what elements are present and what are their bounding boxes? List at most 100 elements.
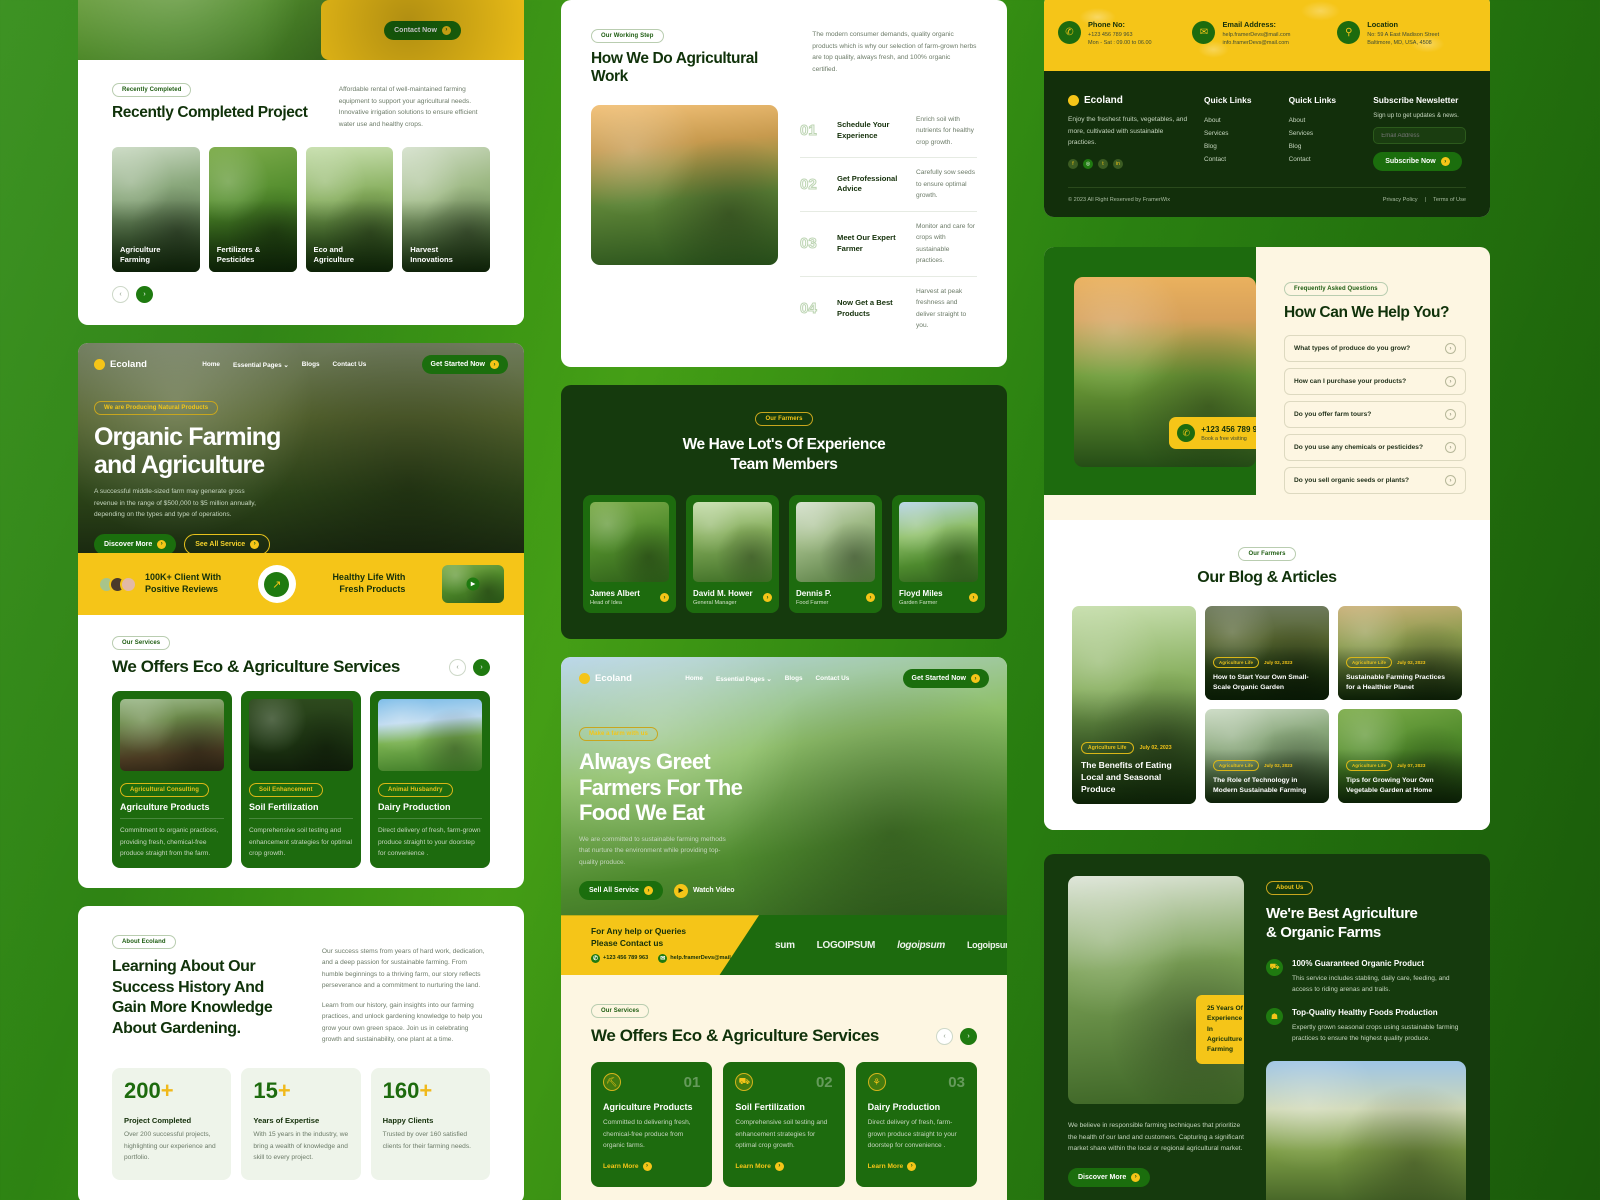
faq-item[interactable]: Do you use any chemicals or pesticides? … xyxy=(1284,434,1466,462)
nav-item-home[interactable]: Home xyxy=(202,361,220,368)
subscribe-now-button[interactable]: Subscribe Now › xyxy=(1373,152,1462,171)
nav-item-home[interactable]: Home xyxy=(685,675,703,682)
service-card[interactable]: ⛟ 02 Soil Fertilization Comprehensive so… xyxy=(723,1062,845,1187)
blog-featured-card[interactable]: Agriculture Life July 02, 2023 The Benef… xyxy=(1072,606,1196,805)
team-member-card[interactable]: Floyd Miles Garden Farmer › xyxy=(892,495,985,614)
faq-item[interactable]: Do you offer farm tours? › xyxy=(1284,401,1466,429)
chevron-left-icon[interactable]: ‹ xyxy=(112,286,129,304)
privacy-policy-link[interactable]: Privacy Policy xyxy=(1383,197,1418,203)
nav-item-contact-us[interactable]: Contact Us xyxy=(333,361,367,368)
contact-value: No: 59 A East Madison Street xyxy=(1367,31,1440,38)
stat-value: 15 xyxy=(253,1078,278,1104)
hero-organic-farming-card: Ecoland Home Essential Pages ⌄ Blogs Con… xyxy=(78,343,524,888)
arrow-right-circle-icon[interactable]: › xyxy=(969,593,978,603)
service-card[interactable]: ⚘ 03 Dairy Production Direct delivery of… xyxy=(855,1062,977,1187)
footer-link-about[interactable]: About xyxy=(1204,114,1273,127)
team-member-card[interactable]: Dennis P. Food Farmer › xyxy=(789,495,882,614)
learn-more-link[interactable]: Learn More › xyxy=(603,1161,652,1171)
newsletter-email-input[interactable] xyxy=(1373,127,1466,144)
chevron-right-icon[interactable]: › xyxy=(136,286,153,304)
blog-card[interactable]: Agriculture Life July 02, 2023 How to St… xyxy=(1205,606,1329,701)
arrow-right-circle-icon[interactable]: › xyxy=(866,593,875,603)
chevron-right-circle-icon[interactable]: › xyxy=(1445,376,1456,388)
video-thumbnail[interactable]: ▶ xyxy=(442,565,504,604)
team-member-card[interactable]: James Albert Head of Idea › xyxy=(583,495,676,614)
leaf-badge-icon xyxy=(1068,95,1079,106)
play-icon[interactable]: ▶ xyxy=(466,577,480,591)
footer-link-blog[interactable]: Blog xyxy=(1204,140,1273,153)
faq-item[interactable]: What types of produce do you grow? › xyxy=(1284,335,1466,363)
nav-item-blogs[interactable]: Blogs xyxy=(302,361,320,368)
team-member-card[interactable]: David M. Hower General Manager › xyxy=(686,495,779,614)
twitter-icon[interactable]: t xyxy=(1098,158,1108,169)
column-left: Contact Now › Recently Completed Recentl… xyxy=(78,0,524,1200)
service-number: 01 xyxy=(683,1073,701,1091)
chevron-left-icon[interactable]: ‹ xyxy=(449,658,466,676)
chevron-right-icon[interactable]: › xyxy=(473,658,490,676)
faq-tag: Frequently Asked Questions xyxy=(1284,282,1388,296)
nav-item-blogs[interactable]: Blogs xyxy=(785,675,803,682)
nav-item-essential-pages[interactable]: Essential Pages ⌄ xyxy=(716,675,772,683)
phone-badge[interactable]: ✆ +123 456 789 963 Book a free visiting xyxy=(1169,417,1256,449)
project-tile[interactable]: Agriculture Farming xyxy=(112,147,200,273)
column-middle: Our Working Step How We Do Agricultural … xyxy=(561,0,1007,1200)
experience-badge: 25 Years Of Experience In Agriculture Fa… xyxy=(1196,995,1244,1065)
footer-link-blog[interactable]: Blog xyxy=(1289,140,1358,153)
faq-item[interactable]: How can I purchase your products? › xyxy=(1284,368,1466,396)
project-tile[interactable]: Eco and Agriculture xyxy=(305,147,394,273)
blog-card[interactable]: Agriculture Life July 02, 2023 Sustainab… xyxy=(1338,606,1462,701)
terms-of-use-link[interactable]: Terms of Use xyxy=(1433,197,1466,203)
chevron-left-icon[interactable]: ‹ xyxy=(936,1027,953,1045)
get-started-button[interactable]: Get Started Now › xyxy=(421,355,508,375)
project-tile[interactable]: Harvest Innovations xyxy=(402,147,490,273)
arrow-right-circle-icon[interactable]: › xyxy=(763,593,772,603)
arrow-right-circle-icon[interactable]: › xyxy=(660,593,669,603)
service-card[interactable]: Agricultural Consulting Agriculture Prod… xyxy=(112,691,232,868)
watch-video-button[interactable]: ▶ Watch Video xyxy=(673,883,735,898)
step-title: Schedule Your Experience xyxy=(837,120,890,140)
linkedin-icon[interactable]: in xyxy=(1113,158,1123,169)
chevron-right-icon[interactable]: › xyxy=(960,1027,977,1045)
nav-item-essential-pages[interactable]: Essential Pages ⌄ xyxy=(233,361,289,369)
service-card[interactable]: Animal Husbandry Dairy Production Direct… xyxy=(370,691,490,868)
member-role: General Manager xyxy=(693,600,737,607)
step-row: 03 Meet Our Expert Farmer Monitor and ca… xyxy=(800,212,977,277)
contact-phone[interactable]: ✆ +123 456 789 963 xyxy=(591,953,648,963)
working-steps-card: Our Working Step How We Do Agricultural … xyxy=(561,0,1007,367)
footer-link-services[interactable]: Services xyxy=(1204,127,1273,140)
chevron-right-circle-icon[interactable]: › xyxy=(1445,343,1456,355)
footer-link-about[interactable]: About xyxy=(1289,114,1358,127)
feature-desc: Expertly grown seasonal crops using sust… xyxy=(1292,1023,1459,1043)
arrow-right-icon: › xyxy=(250,539,260,549)
facebook-icon[interactable]: f xyxy=(1068,158,1078,169)
get-started-button[interactable]: Get Started Now › xyxy=(902,669,989,689)
contact-value: Mon - Sat : 09.00 to 06.00 xyxy=(1088,39,1152,46)
footer-link-services[interactable]: Services xyxy=(1289,127,1358,140)
faq-item[interactable]: Do you sell organic seeds or plants? › xyxy=(1284,467,1466,495)
learn-more-link[interactable]: Learn More › xyxy=(735,1161,784,1171)
hero2-desc: We are committed to sustainable farming … xyxy=(579,835,726,866)
footer-link-contact[interactable]: Contact xyxy=(1204,153,1273,166)
learn-more-link[interactable]: Learn More › xyxy=(868,1161,917,1171)
footer-column-heading: Quick Links xyxy=(1288,95,1337,105)
discover-more-button[interactable]: Discover More › xyxy=(94,533,177,554)
sell-all-service-button[interactable]: Sell All Service › xyxy=(579,881,663,901)
service-card[interactable]: Soil Enhancement Soil Fertilization Comp… xyxy=(241,691,361,868)
footer-link-contact[interactable]: Contact xyxy=(1289,153,1358,166)
nav-item-contact-us[interactable]: Contact Us xyxy=(816,675,850,682)
blog-card[interactable]: Agriculture Life July 07, 2023 Tips for … xyxy=(1338,709,1462,804)
chevron-right-circle-icon[interactable]: › xyxy=(1445,475,1456,487)
chevron-right-circle-icon[interactable]: › xyxy=(1445,409,1456,421)
blog-card[interactable]: Agriculture Life July 02, 2023 The Role … xyxy=(1205,709,1329,804)
instagram-icon[interactable]: ◎ xyxy=(1083,158,1093,169)
top-strip-photo: Contact Now › xyxy=(78,0,524,60)
discover-more-button[interactable]: Discover More › xyxy=(1068,1167,1151,1187)
contact-now-button[interactable]: Contact Now › xyxy=(384,20,461,40)
contact-email[interactable]: ✉ help.framerDevs@mail.com xyxy=(658,953,744,963)
project-tile[interactable]: Fertilizers & Pesticides xyxy=(208,147,297,273)
service-number: 02 xyxy=(815,1073,833,1091)
fresh-line-1: Healthy Life With xyxy=(332,572,406,583)
chevron-right-circle-icon[interactable]: › xyxy=(1445,442,1456,454)
service-card[interactable]: ⛏ 01 Agriculture Products Committed to d… xyxy=(591,1062,713,1187)
see-all-service-button[interactable]: See All Service › xyxy=(184,533,271,554)
